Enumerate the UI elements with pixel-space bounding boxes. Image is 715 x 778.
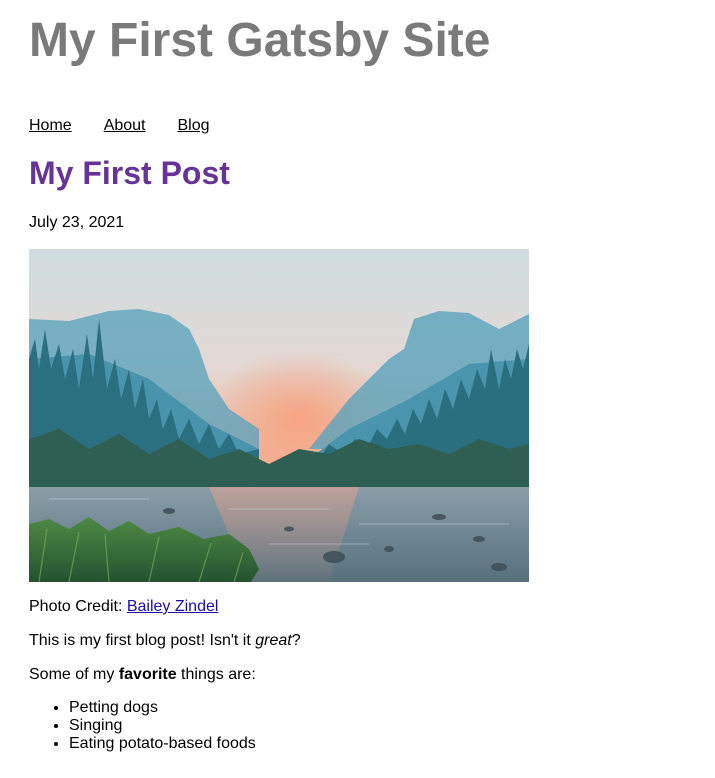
nav-item-blog: Blog xyxy=(178,116,210,136)
favorites-bold: favorite xyxy=(118,666,177,683)
post-date: July 23, 2021 xyxy=(29,214,125,231)
nav-item-home: Home xyxy=(29,116,72,136)
nav-link-home[interactable]: Home xyxy=(29,117,72,134)
intro-paragraph: This is my first blog post! Isn't it gre… xyxy=(29,631,301,651)
favorites-paragraph: Some of my favorite things are: xyxy=(29,665,256,685)
hero-image-landscape xyxy=(29,249,529,582)
photo-credit-label: Photo Credit: xyxy=(29,598,127,615)
list-item: Petting dogs xyxy=(69,699,256,717)
intro-emphasis: great xyxy=(255,632,292,649)
favorites-list: Petting dogs Singing Eating potato-based… xyxy=(29,699,256,753)
nav-item-about: About xyxy=(104,116,146,136)
list-item: Eating potato-based foods xyxy=(69,735,256,753)
main-nav: Home About Blog xyxy=(29,116,242,136)
nav-link-about[interactable]: About xyxy=(104,117,146,134)
nav-link-blog[interactable]: Blog xyxy=(178,117,210,134)
photo-credit-link[interactable]: Bailey Zindel xyxy=(127,598,219,615)
intro-text: This is my first blog post! Isn't it xyxy=(29,632,256,649)
favorites-text: Some of my xyxy=(29,666,119,683)
intro-text-end: ? xyxy=(291,632,301,649)
list-item: Singing xyxy=(69,717,256,735)
photo-credit: Photo Credit: Bailey Zindel xyxy=(29,597,218,617)
site-title: My First Gatsby Site xyxy=(29,14,491,67)
post-title: My First Post xyxy=(29,155,230,191)
favorites-text-end: things are: xyxy=(176,666,256,683)
